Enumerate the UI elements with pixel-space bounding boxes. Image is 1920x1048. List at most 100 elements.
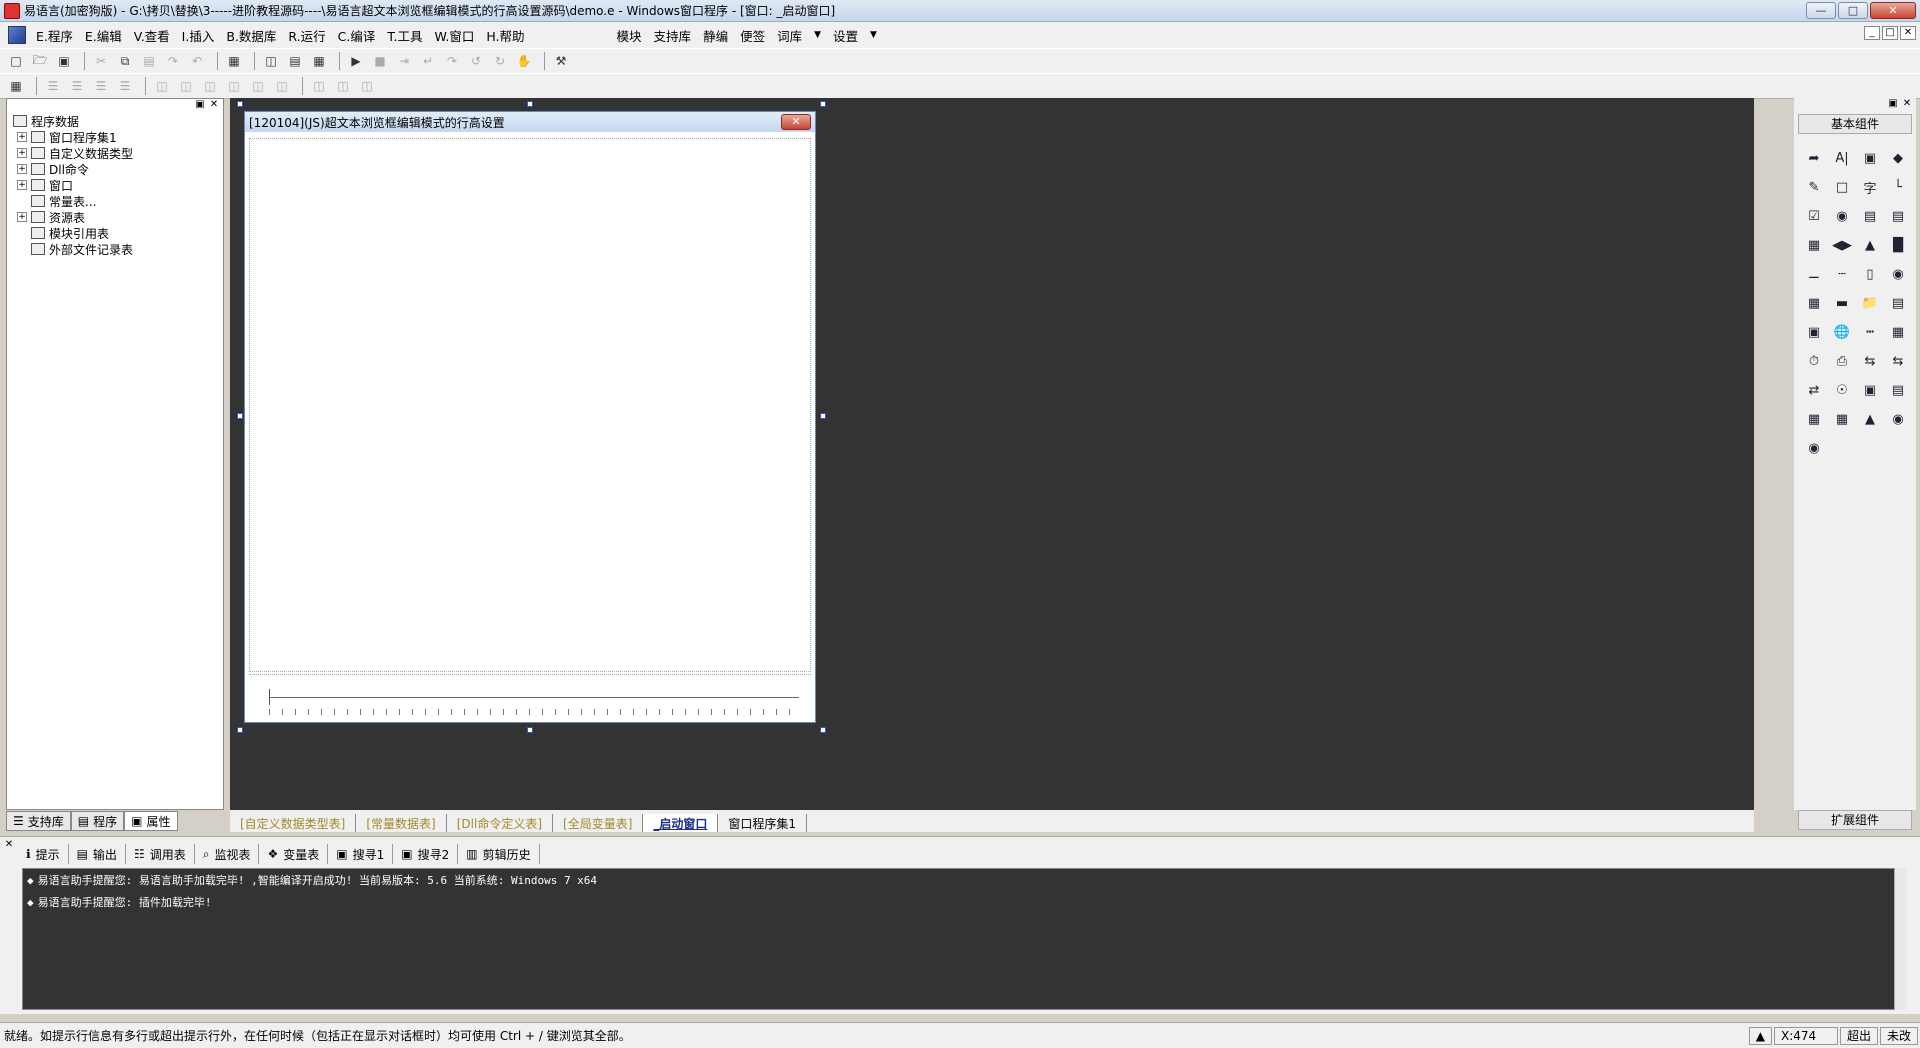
menu-lexicon[interactable]: 词库: [771, 26, 808, 45]
tree-root[interactable]: 程序数据: [13, 113, 133, 129]
tab-properties[interactable]: ▣ 属性: [124, 811, 178, 831]
doc-icon[interactable]: ▤: [1884, 289, 1912, 318]
label-icon[interactable]: A|: [1828, 144, 1856, 173]
camera-icon[interactable]: ◉: [1884, 260, 1912, 289]
menu-tools[interactable]: T.工具: [381, 26, 428, 45]
expand-icon[interactable]: +: [17, 164, 27, 174]
paste-icon[interactable]: ▤: [139, 51, 159, 71]
cut-icon[interactable]: ✂: [91, 51, 111, 71]
menu-logo-icon[interactable]: [8, 26, 26, 44]
open-folder-icon[interactable]: 🗁: [30, 51, 50, 71]
tab-search1[interactable]: ▣ 搜寻1: [328, 844, 394, 864]
align-bottom-icon[interactable]: ☰: [115, 76, 135, 96]
port-icon[interactable]: ☉: [1828, 376, 1856, 405]
resize-handle[interactable]: [237, 727, 243, 733]
tree-item-module-refs[interactable]: 模块引用表: [17, 225, 133, 241]
resize-handle[interactable]: [820, 727, 826, 733]
tree-item-window[interactable]: + 窗口: [17, 177, 133, 193]
picture-box-icon[interactable]: ▣: [1856, 144, 1884, 173]
plugin-icon[interactable]: ⚒: [551, 51, 571, 71]
center-icon[interactable]: ◫: [272, 76, 292, 96]
maximize-button[interactable]: □: [1838, 2, 1868, 19]
radio-icon[interactable]: ◉: [1828, 202, 1856, 231]
combo-icon[interactable]: ▤: [1884, 202, 1912, 231]
extended-components-footer[interactable]: 扩展组件: [1798, 810, 1912, 830]
date-icon[interactable]: ▬: [1828, 289, 1856, 318]
resize-handle[interactable]: [527, 101, 533, 107]
tree-item-dll[interactable]: + Dll命令: [17, 161, 133, 177]
layout1-icon[interactable]: ◫: [261, 51, 281, 71]
db-icon[interactable]: ▦: [1800, 405, 1828, 434]
tab-constants[interactable]: [常量数据表]: [356, 814, 447, 832]
expand-icon[interactable]: +: [17, 148, 27, 158]
tab-global-vars[interactable]: [全局变量表]: [553, 814, 644, 832]
dialog-icon[interactable]: ▣: [1800, 318, 1828, 347]
palette-close-icon[interactable]: ✕: [1900, 99, 1914, 111]
menu-database[interactable]: B.数据库: [220, 26, 282, 45]
step4-icon[interactable]: ↺: [466, 51, 486, 71]
startup-form-window[interactable]: [120104](JS)超文本浏览框编辑模式的行高设置 ✕: [244, 111, 816, 723]
tab-program[interactable]: ▤ 程序: [70, 811, 125, 831]
redo-icon[interactable]: ↷: [163, 51, 183, 71]
step2-icon[interactable]: ↵: [418, 51, 438, 71]
progress-icon[interactable]: █: [1884, 231, 1912, 260]
save-icon[interactable]: ▣: [54, 51, 74, 71]
center-v-icon[interactable]: ◫: [333, 76, 353, 96]
slider-control[interactable]: [249, 674, 811, 718]
undo-icon[interactable]: ↶: [187, 51, 207, 71]
space-h-icon[interactable]: ◫: [152, 76, 172, 96]
expand-icon[interactable]: +: [17, 180, 27, 190]
slider-thumb[interactable]: [269, 689, 270, 705]
tab-window-assembly[interactable]: 窗口程序集1: [718, 814, 808, 832]
socket-icon[interactable]: ⇄: [1800, 376, 1828, 405]
tree-item-assembly[interactable]: + 窗口程序集1: [17, 129, 133, 145]
tool-icon[interactable]: ▯: [1856, 260, 1884, 289]
expand-icon[interactable]: +: [17, 212, 27, 222]
table-icon[interactable]: ▦: [1884, 318, 1912, 347]
same-height-icon[interactable]: ◫: [224, 76, 244, 96]
timer-icon[interactable]: ⏱: [1800, 347, 1828, 376]
align-top-icon[interactable]: ☰: [91, 76, 111, 96]
list-icon[interactable]: ▦: [1800, 231, 1828, 260]
printer-icon[interactable]: ⎙: [1828, 347, 1856, 376]
tab-hint[interactable]: ℹ 提示: [18, 844, 69, 864]
tree-item-constants[interactable]: 常量表...: [17, 193, 133, 209]
resize-handle[interactable]: [527, 727, 533, 733]
line-icon[interactable]: └: [1884, 173, 1912, 202]
panel-icon[interactable]: ▤: [1884, 376, 1912, 405]
tab-startup-window[interactable]: _启动窗口: [643, 814, 719, 832]
chart-icon[interactable]: ▲: [1856, 405, 1884, 434]
run-icon[interactable]: ▶: [346, 51, 366, 71]
layout3-icon[interactable]: ▦: [309, 51, 329, 71]
menu-edit[interactable]: E.编辑: [79, 26, 128, 45]
find-icon[interactable]: ▦: [224, 51, 244, 71]
tab-custom-types[interactable]: [自定义数据类型表]: [230, 814, 357, 832]
shape-icon[interactable]: ◆: [1884, 144, 1912, 173]
tree-item-external-files[interactable]: 外部文件记录表: [17, 241, 133, 257]
tree-item-resources[interactable]: + 资源表: [17, 209, 133, 225]
odbc-icon[interactable]: ◉: [1884, 405, 1912, 434]
lexicon-dropdown-icon[interactable]: ▼: [808, 30, 827, 40]
tab-search2[interactable]: ▣ 搜寻2: [393, 844, 459, 864]
output-scrollbar[interactable]: [1894, 868, 1906, 1010]
scroll-h-icon[interactable]: ◀▶: [1828, 231, 1856, 260]
split-icon[interactable]: ┅: [1856, 318, 1884, 347]
settings-dropdown-icon[interactable]: ▼: [864, 30, 883, 40]
db2-icon[interactable]: ▦: [1828, 405, 1856, 434]
menu-program[interactable]: E.程序: [30, 26, 79, 45]
tree-item-custom-types[interactable]: + 自定义数据类型: [17, 145, 133, 161]
layout2-icon[interactable]: ▤: [285, 51, 305, 71]
net-icon[interactable]: ⇆: [1856, 347, 1884, 376]
menu-settings[interactable]: 设置: [827, 26, 864, 45]
menu-support-lib[interactable]: 支持库: [648, 26, 698, 45]
menu-module[interactable]: 模块: [611, 26, 648, 45]
mdi-restore-button[interactable]: □: [1882, 26, 1898, 40]
calendar-icon[interactable]: ▦: [1800, 289, 1828, 318]
menu-insert[interactable]: I.插入: [176, 26, 221, 45]
folder-icon[interactable]: 📁: [1856, 289, 1884, 318]
menu-notes[interactable]: 便签: [734, 26, 771, 45]
pointer-icon[interactable]: ➦: [1800, 144, 1828, 173]
close-button[interactable]: ✕: [1870, 2, 1916, 19]
form-title-bar[interactable]: [120104](JS)超文本浏览框编辑模式的行高设置 ✕: [245, 112, 815, 132]
hypertext-browser-control[interactable]: [249, 138, 811, 672]
